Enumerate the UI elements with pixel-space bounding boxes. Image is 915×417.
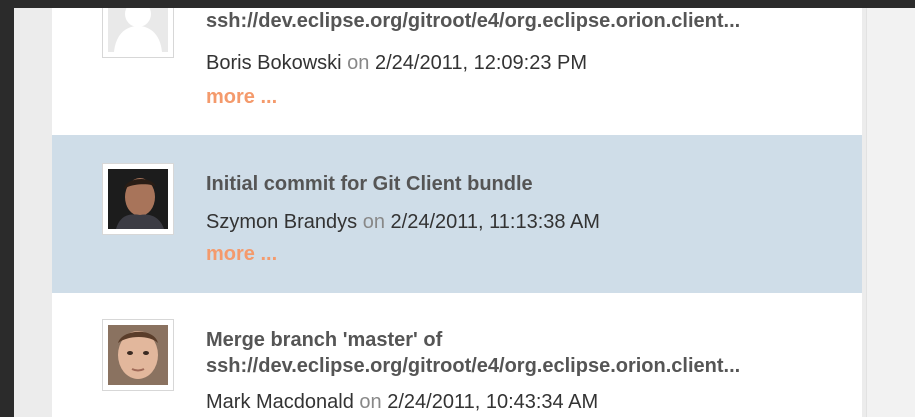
user-photo-icon bbox=[108, 325, 168, 385]
avatar bbox=[102, 163, 174, 235]
commit-meta: Mark Macdonald on 2/24/2011, 10:43:34 AM bbox=[206, 391, 598, 414]
commit-list: ssh://dev.eclipse.org/gitroot/e4/org.ecl… bbox=[52, 8, 862, 417]
commit-message: Initial commit for Git Client bundle bbox=[206, 171, 533, 197]
commit-meta: Boris Bokowski on 2/24/2011, 12:09:23 PM bbox=[206, 52, 587, 75]
commit-meta: Szymon Brandys on 2/24/2011, 11:13:38 AM bbox=[206, 211, 600, 234]
commit-on-label: on bbox=[362, 211, 385, 233]
commit-date: 2/24/2011, 11:13:38 AM bbox=[390, 211, 600, 233]
commit-author: Mark Macdonald bbox=[206, 391, 354, 413]
avatar bbox=[102, 8, 174, 58]
commit-date: 2/24/2011, 12:09:23 PM bbox=[374, 52, 587, 74]
commit-message: Merge branch 'master' of ssh://dev.eclip… bbox=[206, 327, 740, 379]
commit-row-selected[interactable]: Initial commit for Git Client bundle Szy… bbox=[52, 135, 862, 293]
commit-message-line: Merge branch 'master' of bbox=[206, 329, 443, 351]
commit-message: ssh://dev.eclipse.org/gitroot/e4/org.ecl… bbox=[206, 8, 740, 34]
default-user-icon bbox=[108, 8, 168, 52]
commit-row[interactable]: ssh://dev.eclipse.org/gitroot/e4/org.ecl… bbox=[52, 8, 862, 143]
commit-log-panel: ssh://dev.eclipse.org/gitroot/e4/org.ecl… bbox=[14, 8, 915, 417]
scrollbar[interactable] bbox=[866, 8, 915, 417]
commit-message-line: ssh://dev.eclipse.org/gitroot/e4/org.ecl… bbox=[206, 355, 741, 377]
avatar bbox=[102, 319, 174, 391]
user-photo-icon bbox=[108, 169, 168, 229]
commit-message-line: Initial commit for Git Client bundle bbox=[206, 173, 533, 195]
more-link[interactable]: more ... bbox=[206, 86, 277, 109]
commit-on-label: on bbox=[359, 391, 382, 413]
commit-date: 2/24/2011, 10:43:34 AM bbox=[387, 391, 599, 413]
commit-row[interactable]: Merge branch 'master' of ssh://dev.eclip… bbox=[52, 293, 862, 417]
commit-message-line: ssh://dev.eclipse.org/gitroot/e4/org.ecl… bbox=[206, 10, 741, 32]
commit-author: Boris Bokowski bbox=[206, 52, 342, 74]
commit-author: Szymon Brandys bbox=[206, 211, 358, 233]
commit-on-label: on bbox=[347, 52, 370, 74]
more-link[interactable]: more ... bbox=[206, 243, 277, 266]
